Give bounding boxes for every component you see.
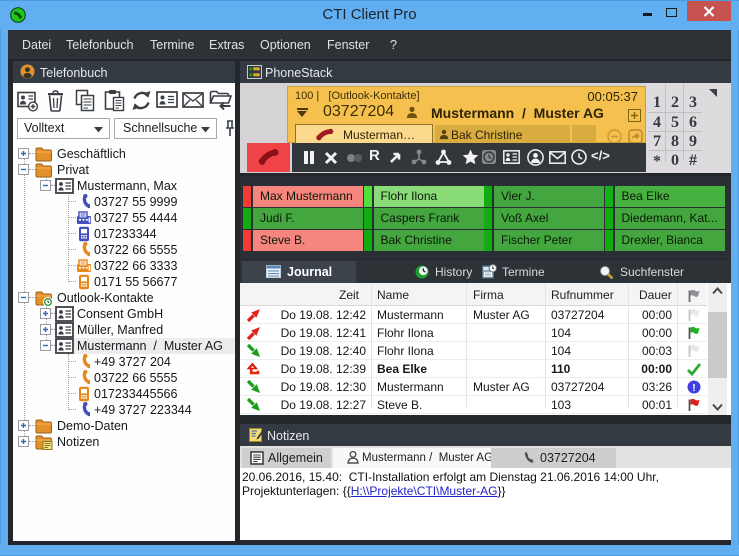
- svg-text:!: !: [692, 382, 696, 394]
